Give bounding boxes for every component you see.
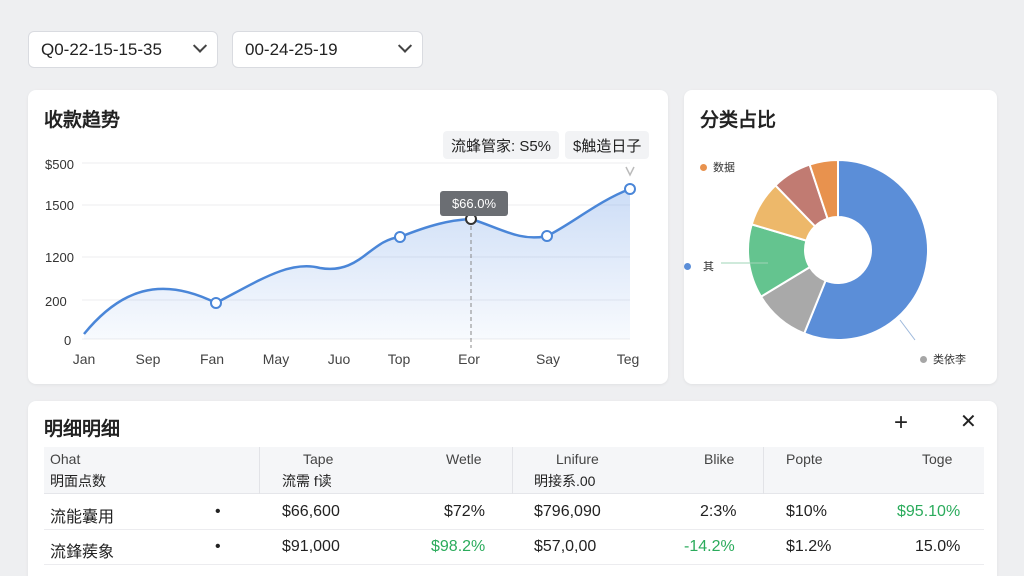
x-tick-label: Top [387,351,411,367]
chevron-down-icon [397,38,413,53]
column-divider [763,447,764,494]
column-header[interactable]: Ohat [50,451,80,467]
x-tick-label: Eor [458,351,480,367]
y-tick-label: 1200 [45,250,74,265]
column-header[interactable]: Popte [786,451,823,467]
column-header[interactable]: Tape [303,451,333,467]
table-title: 明细明细 [44,419,121,440]
start-date-dropdown[interactable]: Q0-22-15-15-35 [28,31,218,68]
pie-legend-item: 类依李 [920,351,966,367]
chevron-down-icon [192,38,208,53]
x-tick-label: Say [535,351,561,367]
pie-legend-item: 其 [684,258,714,274]
y-tick-label: 200 [45,294,67,309]
x-tick-label: Fan [199,351,225,367]
x-tick-label: Jan [72,351,96,367]
row-divider [44,564,984,565]
column-header[interactable]: Lnifure [556,451,599,467]
point-tooltip: $66.0% [440,191,508,216]
trend-card-title: 收款趋势 [44,110,121,131]
column-subheader: 流需 f读 [282,473,332,489]
row-divider [44,529,984,530]
cell-growth: $95.10% [897,503,961,520]
cell-amount: $66,600 [282,503,340,520]
legend-label: 类依李 [933,354,966,366]
cell-rate: $72% [444,503,485,520]
close-icon[interactable]: ✕ [960,412,977,432]
column-subheader: 明接系.00 [534,473,596,489]
add-icon[interactable]: + [894,411,908,435]
column-divider [259,447,260,494]
column-divider [512,447,513,494]
column-header[interactable]: Toge [922,451,952,467]
y-tick-label: 1500 [45,198,74,213]
column-subheader: 明面点数 [50,473,106,489]
ratio-filter-pill[interactable]: 流蜂管家: S5% [443,131,560,159]
legend-dot [700,163,707,171]
cell-amount: $91,000 [282,538,340,555]
end-date-dropdown[interactable]: 00-24-25-19 [232,31,423,68]
x-tick-label: Sep [135,351,161,367]
cell-change: 2:3% [700,503,737,520]
y-tick-label: 0 [64,333,72,348]
row-name[interactable]: 流能囊用 [50,503,114,527]
column-header[interactable]: Wetle [446,451,482,467]
start-date-value: Q0-22-15-15-35 [41,39,162,59]
cell-growth: 15.0% [915,538,961,555]
row-name[interactable]: 流鋒蒺象 [50,538,114,562]
legend-label: 其 [703,261,714,273]
cell-total: $57,0,00 [534,538,597,555]
cell-change: -14.2% [684,538,735,555]
cell-rate: $98.2% [431,538,486,555]
legend-dot [684,262,691,270]
pie-card-title: 分类占比 [700,110,777,131]
legend-dot [920,355,927,363]
cell-share: $10% [786,503,827,520]
end-date-value: 00-24-25-19 [245,39,338,59]
x-tick-label: May [262,351,290,367]
row-dot: • [215,503,221,520]
cell-total: $796,090 [534,503,601,520]
legend-label: 数据 [713,162,735,174]
y-tick-label: $500 [45,157,74,172]
pie-legend-item: 数据 [700,159,735,175]
date-filter-pill[interactable]: $触造日子 [565,131,650,159]
pie-card [684,90,997,384]
row-dot: • [215,538,221,555]
x-tick-label: Juo [327,351,351,367]
table-header [44,447,984,494]
x-tick-label: Teg [616,351,640,367]
column-header[interactable]: Blike [704,451,734,467]
cell-share: $1.2% [786,538,832,555]
